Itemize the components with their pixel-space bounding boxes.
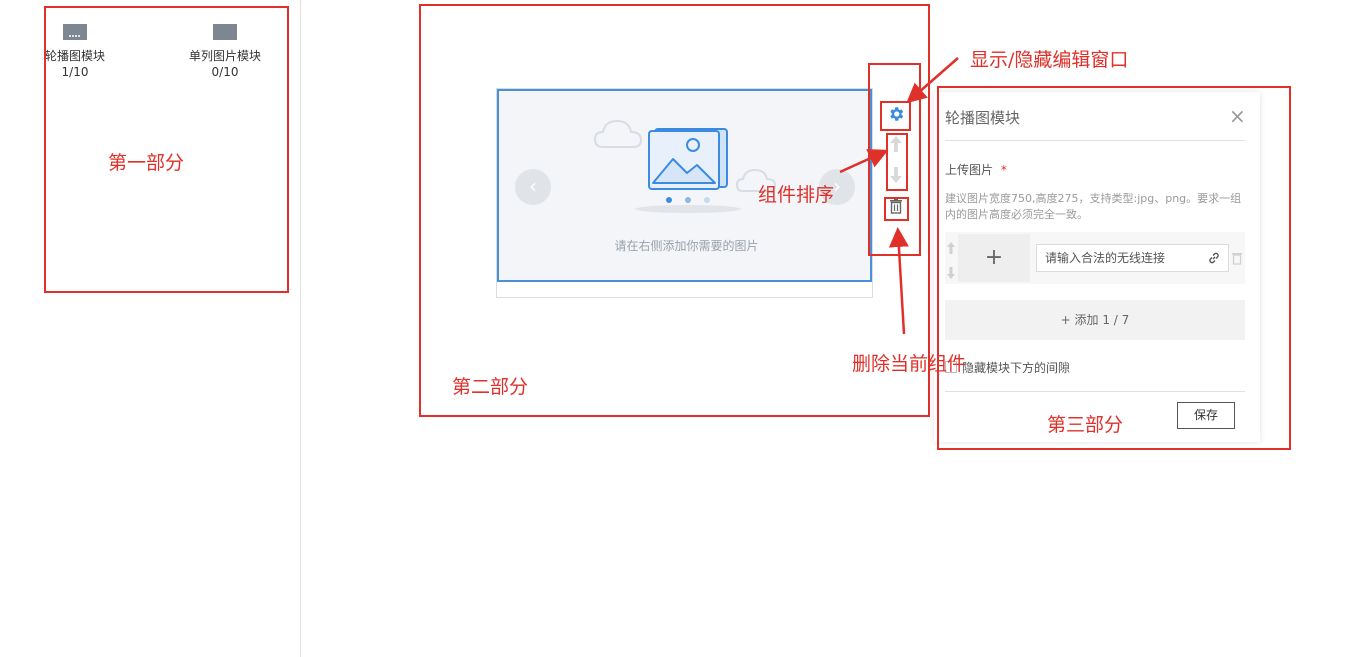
arrow-to-sort (839, 149, 889, 174)
sort-annotation: 组件排序 (758, 184, 835, 206)
arrow-to-settings (906, 57, 959, 104)
toggle-editor-annotation: 显示/隐藏编辑窗口 (970, 49, 1129, 71)
arrow-to-delete (888, 227, 909, 335)
delete-annotation: 删除当前组件 (852, 353, 967, 375)
annotation-arrows (839, 57, 959, 335)
